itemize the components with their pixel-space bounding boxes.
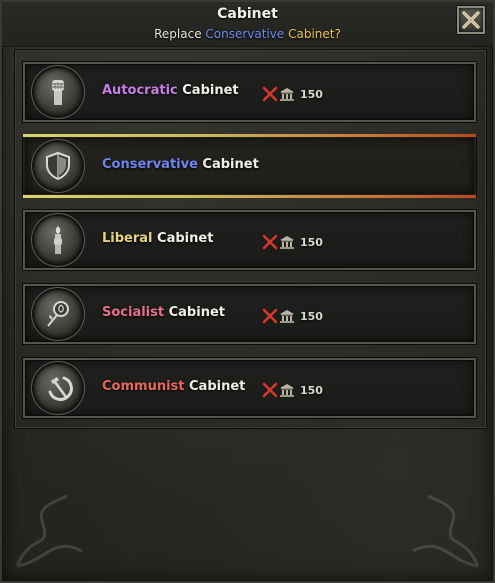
cannot-afford-x-icon [262, 382, 278, 398]
subtitle-suffix: Cabinet? [288, 27, 341, 41]
cannot-afford-x-icon [262, 234, 278, 250]
subtitle-ideology: Conservative [205, 27, 285, 41]
cabinet-name: Conservative Cabinet [102, 157, 259, 172]
ideology-label: Socialist [102, 305, 165, 320]
socialist-emblem [34, 290, 82, 338]
cabinet-option-communist[interactable]: Communist Cabinet 150 [23, 358, 476, 418]
ideology-label: Conservative [102, 157, 198, 172]
cabinet-option-conservative[interactable]: Conservative Cabinet [23, 134, 476, 198]
ideology-label: Communist [102, 379, 185, 394]
cabinet-option-liberal[interactable]: Liberal Cabinet 150 [23, 210, 476, 270]
cabinet-name: Communist Cabinet [102, 379, 245, 394]
cannot-afford-x-icon [262, 308, 278, 324]
cabinet-cost: 150 [262, 380, 323, 400]
hammer-sickle-icon [48, 376, 73, 401]
cabinet-suffix: Cabinet [164, 305, 225, 320]
cabinet-option-autocratic[interactable]: Autocratic Cabinet 150 [23, 62, 476, 122]
corner-ornament-icon [15, 494, 83, 568]
cabinet-suffix: Cabinet [177, 83, 239, 98]
torch-hand-icon [54, 226, 62, 254]
cabinet-suffix: Cabinet [197, 157, 259, 172]
cost-value: 150 [300, 235, 323, 249]
titlebar: Cabinet Replace Conservative Cabinet? [2, 2, 493, 47]
cabinet-cost: 150 [262, 306, 323, 326]
cabinet-option-socialist[interactable]: Socialist Cabinet 150 [23, 284, 476, 344]
political-power-bank-icon [280, 310, 294, 323]
cabinet-cost: 150 [262, 84, 323, 104]
fist-icon [52, 80, 64, 105]
cabinet-dialog: Cabinet Replace Conservative Cabinet? Au… [0, 0, 495, 583]
political-power-bank-icon [280, 236, 294, 249]
liberal-emblem [34, 216, 82, 264]
close-x-icon [462, 11, 480, 29]
cost-value: 150 [300, 383, 323, 397]
dialog-subtitle: Replace Conservative Cabinet? [2, 27, 493, 41]
cabinet-name: Autocratic Cabinet [102, 83, 239, 98]
dialog-title: Cabinet [217, 6, 278, 22]
close-button[interactable] [457, 6, 485, 34]
cabinet-list: Autocratic Cabinet 150 Conservative Cabi… [14, 49, 487, 429]
rose-icon [47, 301, 69, 327]
cabinet-suffix: Cabinet [184, 379, 246, 394]
cost-value: 150 [300, 87, 323, 101]
cabinet-cost: 150 [262, 232, 323, 252]
corner-ornament-icon [412, 494, 480, 568]
conservative-emblem [34, 142, 82, 190]
ideology-label: Liberal [102, 231, 153, 246]
autocratic-emblem [34, 68, 82, 116]
cost-value: 150 [300, 309, 323, 323]
cannot-afford-x-icon [262, 86, 278, 102]
ideology-label: Autocratic [102, 83, 178, 98]
political-power-bank-icon [280, 88, 294, 101]
communist-emblem [34, 364, 82, 412]
cabinet-name: Socialist Cabinet [102, 305, 225, 320]
political-power-bank-icon [280, 384, 294, 397]
cabinet-name: Liberal Cabinet [102, 231, 213, 246]
subtitle-prefix: Replace [154, 27, 206, 41]
shield-icon [46, 151, 70, 181]
cabinet-suffix: Cabinet [152, 231, 214, 246]
